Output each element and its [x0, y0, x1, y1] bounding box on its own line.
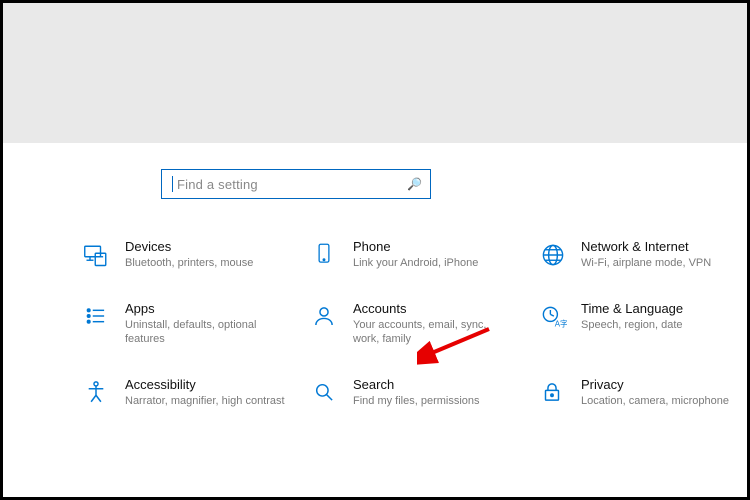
settings-grid: Devices Bluetooth, printers, mouse Phone…: [83, 239, 679, 409]
tile-desc: Bluetooth, printers, mouse: [125, 257, 253, 271]
tile-title: Search: [353, 377, 480, 393]
tile-desc: Wi-Fi, airplane mode, VPN: [581, 257, 711, 271]
apps-icon: [83, 303, 113, 329]
tile-phone[interactable]: Phone Link your Android, iPhone: [311, 239, 521, 271]
tile-apps[interactable]: Apps Uninstall, defaults, optional featu…: [83, 301, 293, 347]
tile-title: Accounts: [353, 301, 513, 317]
tile-privacy[interactable]: Privacy Location, camera, microphone: [539, 377, 749, 409]
phone-icon: [311, 241, 341, 267]
tile-accessibility[interactable]: Accessibility Narrator, magnifier, high …: [83, 377, 293, 409]
tile-network[interactable]: Network & Internet Wi-Fi, airplane mode,…: [539, 239, 749, 271]
header-banner: [3, 3, 747, 143]
tile-title: Apps: [125, 301, 285, 317]
text-cursor: [172, 176, 173, 192]
tile-title: Time & Language: [581, 301, 683, 317]
tile-desc: Speech, region, date: [581, 319, 683, 333]
lock-icon: [539, 379, 569, 405]
tile-desc: Narrator, magnifier, high contrast: [125, 395, 285, 409]
time-language-icon: A字: [539, 303, 569, 331]
tile-desc: Uninstall, defaults, optional features: [125, 319, 285, 347]
tile-title: Privacy: [581, 377, 729, 393]
tile-accounts[interactable]: Accounts Your accounts, email, sync, wor…: [311, 301, 521, 347]
search-row: Find a setting 🔍: [161, 169, 679, 199]
tile-time-language[interactable]: A字 Time & Language Speech, region, date: [539, 301, 749, 347]
tile-title: Network & Internet: [581, 239, 711, 255]
person-icon: [311, 303, 341, 329]
tile-search[interactable]: Search Find my files, permissions: [311, 377, 521, 409]
tile-title: Phone: [353, 239, 478, 255]
accessibility-icon: [83, 379, 113, 405]
tile-desc: Find my files, permissions: [353, 395, 480, 409]
globe-icon: [539, 241, 569, 269]
search-icon: 🔍: [407, 177, 422, 191]
tile-devices[interactable]: Devices Bluetooth, printers, mouse: [83, 239, 293, 271]
tile-title: Accessibility: [125, 377, 285, 393]
magnifier-icon: [311, 379, 341, 405]
devices-icon: [83, 241, 113, 269]
search-input[interactable]: Find a setting 🔍: [161, 169, 431, 199]
search-placeholder: Find a setting: [177, 177, 407, 192]
tile-title: Devices: [125, 239, 253, 255]
tile-desc: Your accounts, email, sync, work, family: [353, 319, 513, 347]
svg-text:A字: A字: [555, 319, 567, 329]
tile-desc: Link your Android, iPhone: [353, 257, 478, 271]
settings-grid-container: Find a setting 🔍 Devices Bluetooth, prin…: [3, 143, 747, 409]
tile-desc: Location, camera, microphone: [581, 395, 729, 409]
